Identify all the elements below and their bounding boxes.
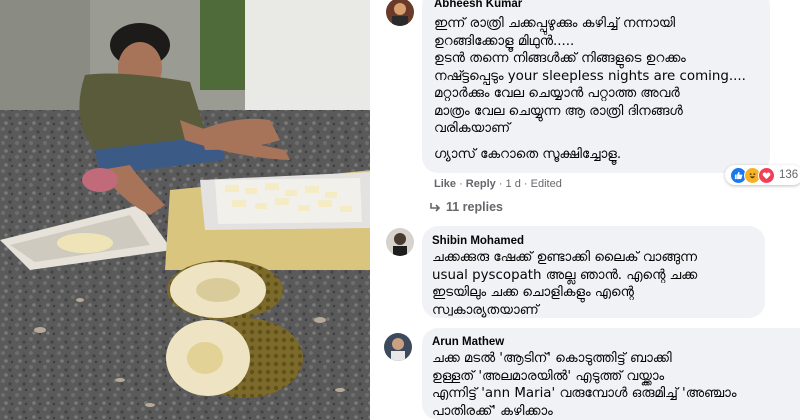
reactions-badge[interactable]: 136 <box>725 165 800 185</box>
comment-line: മറ്റാർക്കും വേല ചെയ്യാൻ പറ്റാത്ത അവർ <box>434 86 680 101</box>
comment-line: ചക്കക്കുരു ഷേക്ക് ഉണ്ടാക്കി ലൈക് വാങ്ങുന… <box>432 250 697 265</box>
comment-line: ഉറങ്ങിക്കോളൂ മിഥുൻ..... <box>434 33 575 49</box>
avatar[interactable] <box>386 228 414 256</box>
reply-arrow-icon <box>430 203 441 212</box>
comment-line: പാതിരക്ക്' കഴിക്കാം <box>432 403 553 419</box>
comment-time[interactable]: 1 d <box>506 178 521 190</box>
comment-line: ഉള്ളത് 'അലമാരയിൽ' എടുത്ത് വയ്ക്കാം <box>432 368 665 384</box>
avatar-image-icon <box>386 228 414 256</box>
avatar[interactable] <box>384 333 412 361</box>
replies-count: 11 replies <box>446 200 503 214</box>
avatar[interactable] <box>386 0 414 26</box>
comment-author[interactable]: Arun Mathew <box>432 336 504 348</box>
reactions-count: 136 <box>779 169 799 181</box>
comment-line: വരികയാണ് <box>434 121 510 136</box>
comment-line: ചക്ക മടൽ 'ആടിന്' കൊടുത്തിട്ട് ബാക്കി <box>432 351 672 366</box>
comment-line: ഇടയിലും ചക്ക ചൊളികളും എന്റെ <box>432 285 634 300</box>
comment-text: ചക്കക്കുരു ഷേക്ക് ഉണ്ടാക്കി ലൈക് വാങ്ങുന… <box>432 249 697 319</box>
like-link[interactable]: Like <box>434 178 456 190</box>
comment-author[interactable]: Shibin Mohamed <box>432 235 524 247</box>
comment-line: മാത്രം വേല ചെയ്യുന്ന ആ രാത്രി ദിനങ്ങൾ <box>434 103 683 119</box>
view-replies-link[interactable]: 11 replies <box>430 200 503 214</box>
comment-actions: Like · Reply · 1 d · Edited <box>434 178 562 190</box>
comment-line: ഉടൻ തന്നെ നിങ്ങൾക്ക് നിങ്ങളുടെ ഉറക്കം <box>434 51 686 66</box>
comment-line: നഷ്ട്ടപ്പെടും your sleepless nights are … <box>434 68 746 84</box>
comment-line: ഇന്ന് രാത്രി ചക്കപ്പുഴുക്കും കഴിച്ച് നന്… <box>434 16 675 31</box>
love-reaction-icon <box>758 166 775 184</box>
comment-text: ചക്ക മടൽ 'ആടിന്' കൊടുത്തിട്ട് ബാക്കി ഉള്… <box>432 350 736 420</box>
comment-line: സ്വകാര്യതയാണ് <box>432 302 539 318</box>
avatar-image-icon <box>386 0 414 26</box>
comment-author[interactable]: Abheesh Kumar <box>434 0 522 10</box>
post-photo[interactable] <box>0 0 370 420</box>
comment-line: usual pyscopath അല്ല ഞാൻ. എന്റെ ചക്ക <box>432 267 698 283</box>
jackfruit-photo-illustration <box>0 0 370 420</box>
comment-line: എന്നിട്ട് 'ann Maria' വരുമ്പോൾ ഒരുമിച്ച്… <box>432 386 737 401</box>
reply-link[interactable]: Reply <box>466 178 496 190</box>
avatar-image-icon <box>384 333 412 361</box>
edited-label: Edited <box>530 178 562 190</box>
comment-text: ഇന്ന് രാത്രി ചക്കപ്പുഴുക്കും കഴിച്ച് നന്… <box>434 15 746 163</box>
comment-line: ഗ്യാസ് കേറാതെ സൂക്ഷിച്ചോളൂ. <box>434 146 622 162</box>
comments-section: Abheesh Kumar ഇന്ന് രാത്രി ചക്കപ്പുഴുക്ക… <box>370 0 800 420</box>
